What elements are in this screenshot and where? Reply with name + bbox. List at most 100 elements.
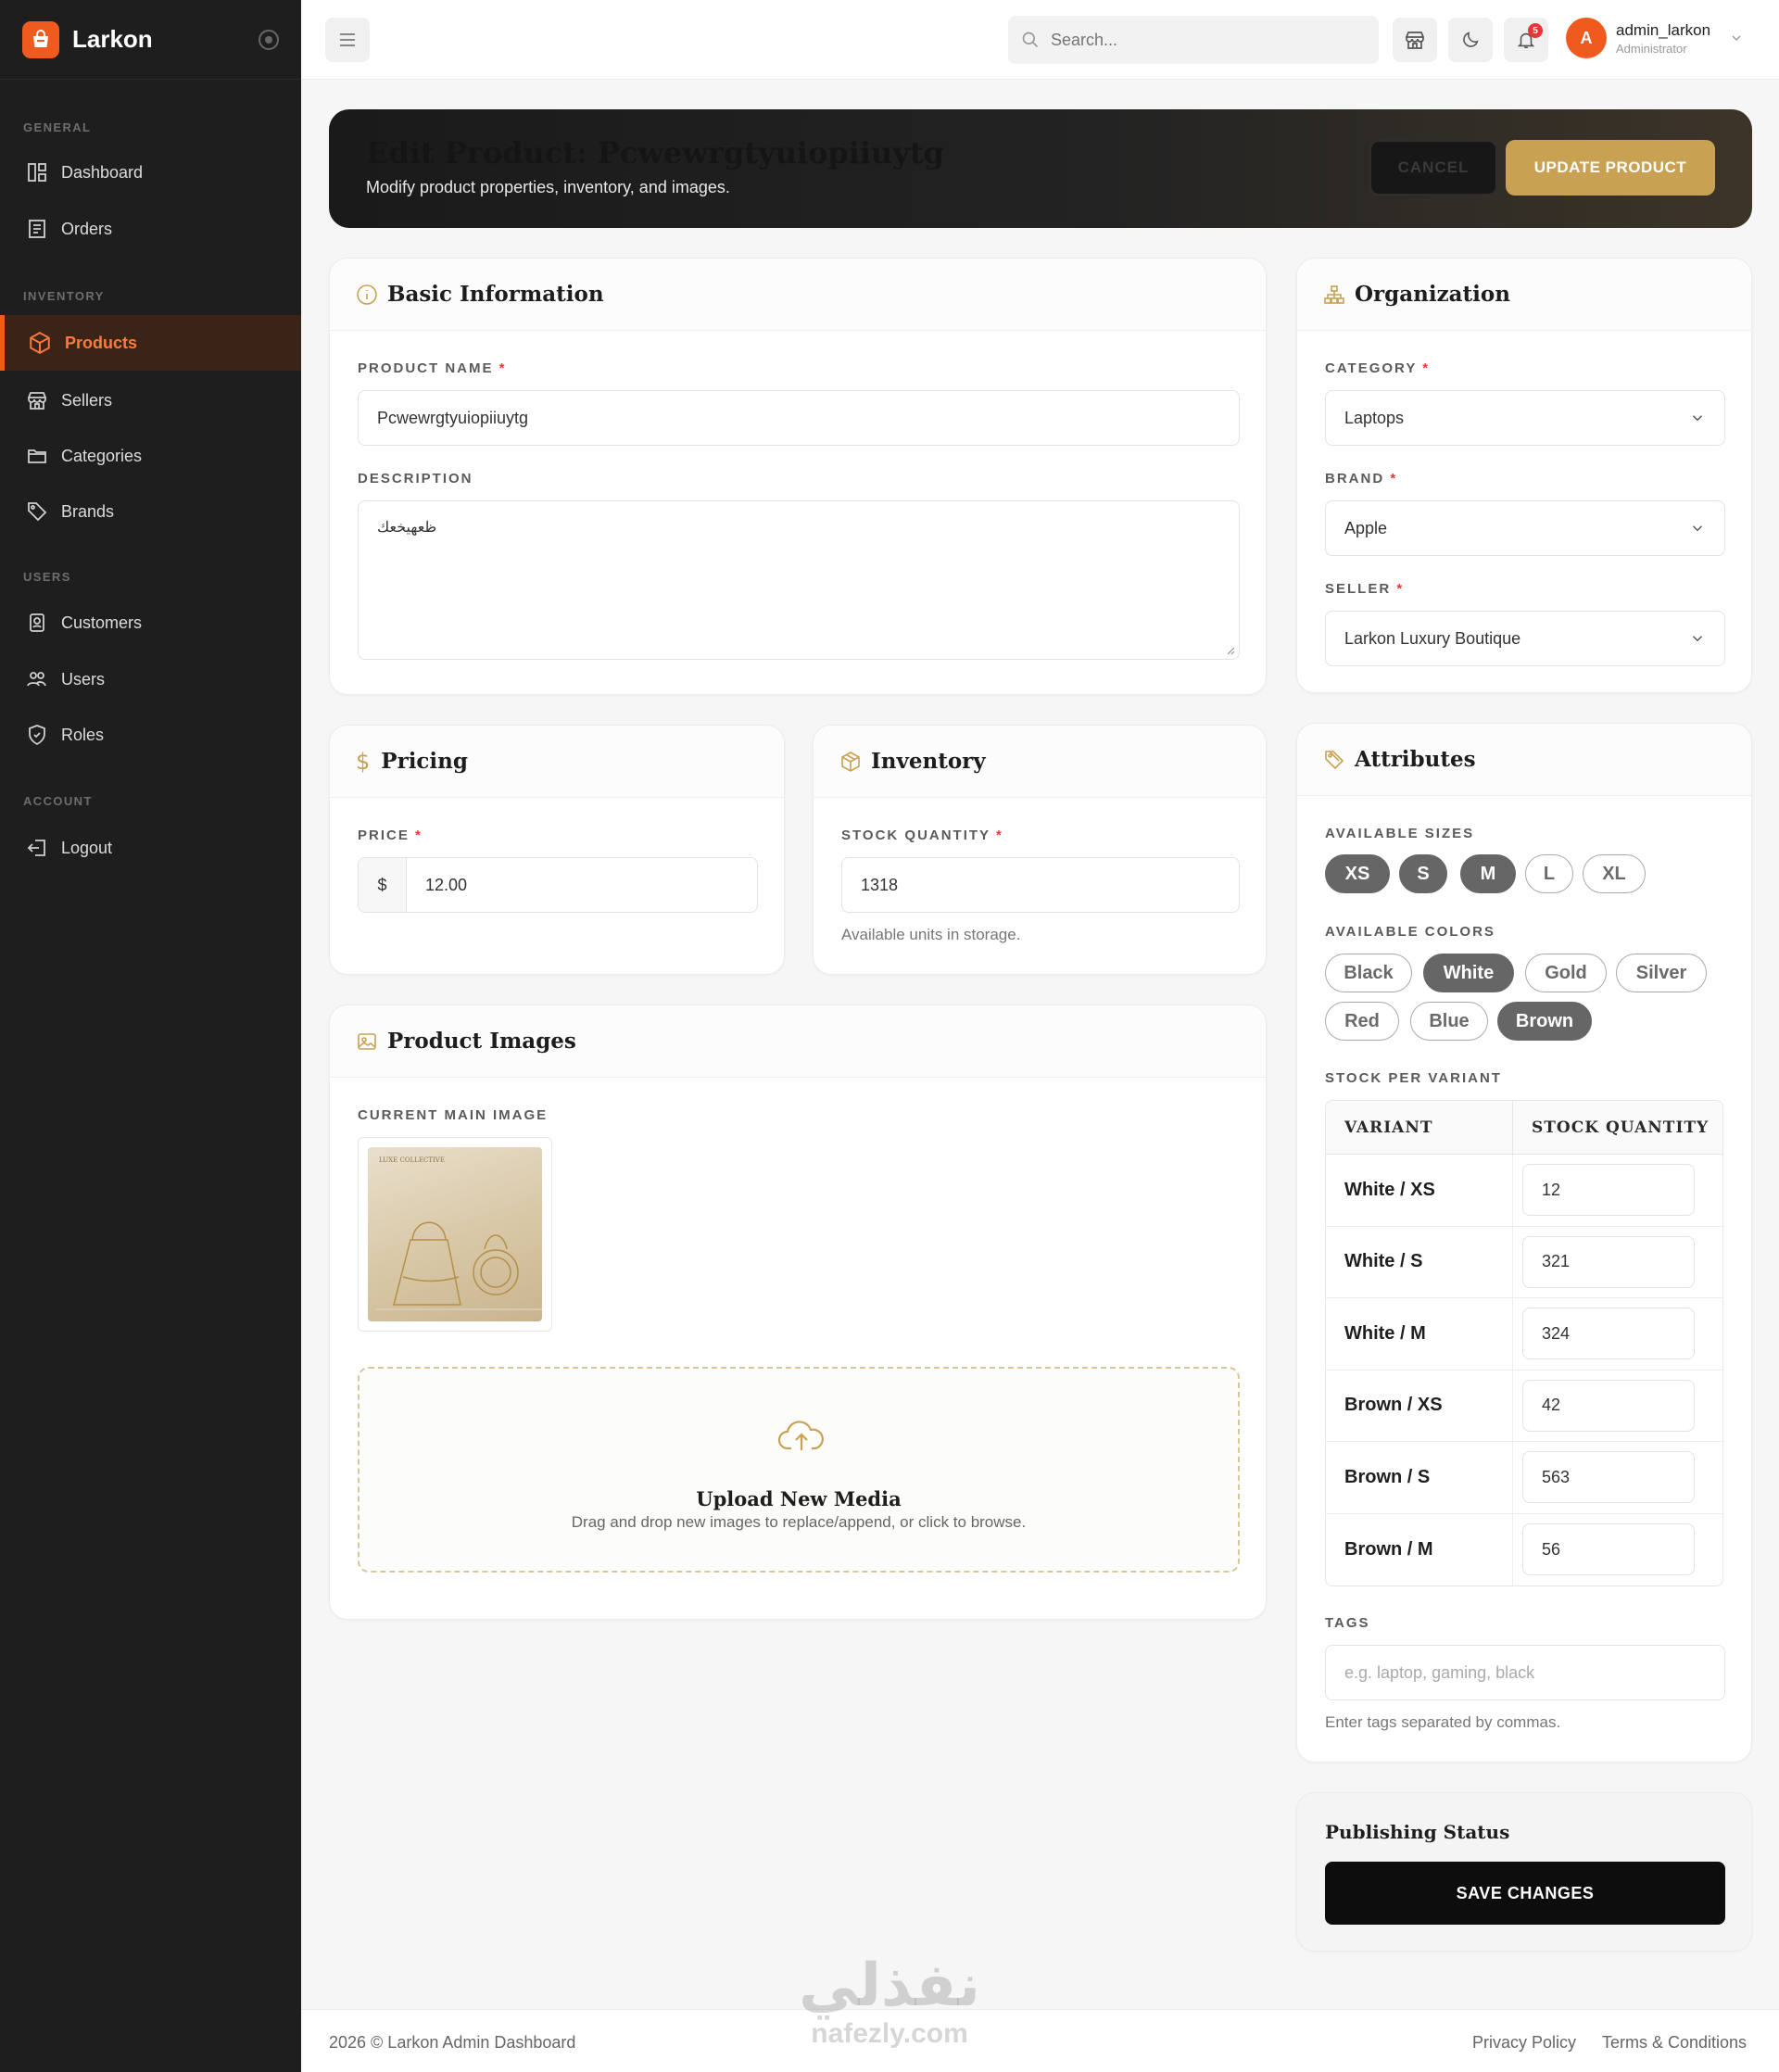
footer: 2026 © Larkon Admin Dashboard Privacy Po… — [301, 2009, 1779, 2072]
brand-header: Larkon — [0, 0, 301, 80]
publishing-card: Publishing Status SAVE CHANGES — [1296, 1792, 1752, 1952]
color-chip-silver[interactable]: Silver — [1616, 954, 1707, 992]
table-row: Brown / XS 42 — [1326, 1370, 1722, 1442]
color-chip-brown[interactable]: Brown — [1497, 1002, 1592, 1041]
price-input-group[interactable]: $ 12.00 — [358, 857, 758, 913]
field-label: SELLER * — [1325, 581, 1405, 597]
column-header: STOCK QUANTITY — [1532, 1118, 1710, 1137]
organization-card: Organization CATEGORY * Laptops BRAND * … — [1296, 258, 1752, 693]
variant-stock-table: VARIANT STOCK QUANTITY White / XS 12 Whi… — [1325, 1100, 1723, 1586]
tags-input[interactable]: e.g. laptop, gaming, black — [1325, 1645, 1725, 1700]
sidebar-collapse-icon[interactable] — [259, 29, 279, 50]
card-title: Basic Information — [387, 282, 604, 307]
page-title: Edit Product: Pcwewrgtyuiopiiuytg — [366, 135, 945, 171]
sidebar-item-users[interactable]: Users — [0, 651, 301, 707]
sidebar-item-sellers[interactable]: Sellers — [0, 373, 301, 428]
shield-icon — [29, 725, 45, 746]
card-title: Pricing — [381, 749, 468, 774]
nav-section-general: GENERAL — [23, 120, 92, 134]
size-chip-s[interactable]: S — [1399, 854, 1447, 893]
color-chip-gold[interactable]: Gold — [1525, 954, 1607, 992]
orders-icon — [29, 220, 45, 238]
nav-section-inventory: INVENTORY — [23, 289, 105, 303]
stock-help-text: Available units in storage. — [841, 926, 1021, 943]
update-product-button[interactable]: UPDATE PRODUCT — [1506, 140, 1715, 196]
search-box[interactable] — [1008, 16, 1379, 64]
seller-select[interactable]: Larkon Luxury Boutique — [1325, 611, 1725, 666]
users-icon — [27, 672, 46, 687]
sidebar-item-brands[interactable]: Brands — [0, 484, 301, 539]
current-main-image[interactable]: LUXE COLLECTIVE — [358, 1137, 552, 1332]
dollar-icon: $ — [356, 748, 371, 775]
sidebar-item-logout[interactable]: Logout — [0, 820, 301, 876]
card-title: Product Images — [387, 1029, 576, 1054]
chevron-down-icon — [1692, 525, 1703, 532]
description-textarea[interactable]: ظعهيخعك — [358, 500, 1240, 660]
user-menu[interactable]: A admin_larkon Administrator — [1566, 18, 1744, 58]
variant-stock-input[interactable]: 56 — [1522, 1523, 1695, 1576]
sidebar-item-label: Orders — [61, 219, 113, 238]
box-icon — [30, 332, 50, 354]
sidebar-item-dashboard[interactable]: Dashboard — [0, 145, 301, 200]
product-name-input[interactable]: Pcwewrgtyuiopiiuytg — [358, 390, 1240, 446]
color-chip-red[interactable]: Red — [1325, 1002, 1399, 1041]
upload-dropzone[interactable]: Upload New Media Drag and drop new image… — [358, 1367, 1240, 1573]
store-icon — [28, 392, 46, 410]
card-title: Publishing Status — [1325, 1821, 1510, 1843]
color-chip-blue[interactable]: Blue — [1410, 1002, 1488, 1041]
handbag-illustration — [375, 1221, 542, 1310]
cancel-button[interactable]: CANCEL — [1369, 140, 1497, 196]
variant-name: White / M — [1326, 1298, 1513, 1370]
table-row: Brown / M 56 — [1326, 1513, 1722, 1586]
variant-stock-input[interactable]: 324 — [1522, 1308, 1695, 1360]
store-button[interactable] — [1393, 18, 1437, 62]
sidebar-item-label: Products — [65, 333, 138, 352]
field-label: STOCK PER VARIANT — [1325, 1070, 1502, 1086]
sidebar-item-label: Categories — [61, 446, 143, 465]
brand-select[interactable]: Apple — [1325, 500, 1725, 556]
page-subtitle: Modify product properties, inventory, an… — [366, 178, 730, 196]
copyright: 2026 © Larkon Admin Dashboard — [329, 2033, 576, 2052]
variant-stock-input[interactable]: 321 — [1522, 1235, 1695, 1288]
menu-toggle-button[interactable] — [325, 18, 370, 62]
inventory-card: Inventory STOCK QUANTITY * 1318 Availabl… — [813, 725, 1267, 975]
product-photo: LUXE COLLECTIVE — [368, 1147, 542, 1321]
sidebar-item-roles[interactable]: Roles — [0, 707, 301, 763]
size-chip-xs[interactable]: XS — [1325, 854, 1390, 893]
folder-icon — [28, 449, 46, 463]
color-chip-black[interactable]: Black — [1325, 954, 1412, 992]
privacy-link[interactable]: Privacy Policy — [1472, 2033, 1576, 2053]
size-chip-l[interactable]: L — [1525, 854, 1573, 893]
search-input[interactable] — [1051, 30, 1347, 50]
size-chip-xl[interactable]: XL — [1583, 854, 1646, 893]
variant-stock-input[interactable]: 42 — [1522, 1379, 1695, 1432]
table-row: White / XS 12 — [1326, 1155, 1722, 1227]
shop-bag-icon — [22, 20, 59, 58]
tags-icon — [1325, 750, 1344, 769]
terms-link[interactable]: Terms & Conditions — [1602, 2033, 1747, 2053]
sidebar-item-categories[interactable]: Categories — [0, 428, 301, 484]
sidebar-item-orders[interactable]: Orders — [0, 201, 301, 257]
sidebar-item-products[interactable]: Products — [0, 315, 301, 371]
resize-handle-icon[interactable] — [1226, 646, 1235, 655]
variant-stock-input[interactable]: 12 — [1522, 1164, 1695, 1217]
category-select[interactable]: Laptops — [1325, 390, 1725, 446]
tag-icon — [28, 502, 47, 522]
chevron-down-icon — [1692, 636, 1703, 642]
size-chip-m[interactable]: M — [1460, 854, 1516, 893]
save-changes-button[interactable]: SAVE CHANGES — [1325, 1862, 1725, 1925]
stock-quantity-input[interactable]: 1318 — [841, 857, 1240, 913]
variant-name: Brown / S — [1326, 1442, 1513, 1513]
sidebar-item-customers[interactable]: Customers — [0, 595, 301, 651]
price-input[interactable]: 12.00 — [425, 876, 467, 895]
notifications-button[interactable]: 5 — [1504, 18, 1548, 62]
theme-toggle-button[interactable] — [1448, 18, 1493, 62]
store-icon — [1406, 32, 1424, 49]
currency-addon: $ — [359, 858, 407, 912]
variant-name: White / S — [1326, 1226, 1513, 1297]
variant-stock-input[interactable]: 563 — [1522, 1451, 1695, 1504]
chevron-down-icon — [1692, 415, 1703, 422]
color-chip-white[interactable]: White — [1423, 954, 1514, 992]
variant-name: Brown / XS — [1326, 1370, 1513, 1441]
sidebar-item-label: Brands — [61, 501, 115, 521]
